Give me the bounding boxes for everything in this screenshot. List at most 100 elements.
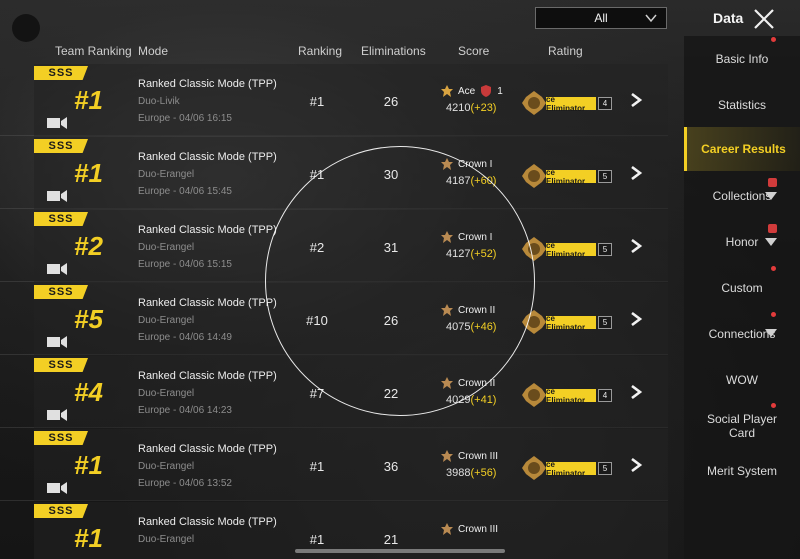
match-ranking: #1 — [309, 532, 325, 547]
eliminator-badge-icon — [522, 164, 546, 188]
mode-map: Duo-Erangel — [138, 169, 195, 180]
sidebar-item-label: Collections — [712, 189, 772, 203]
match-time: Europe - 04/06 14:23 — [138, 405, 232, 416]
rating-label: ce Eliminator — [546, 95, 596, 113]
rating-label: ce Eliminator — [546, 241, 596, 259]
sidebar-item-label: Basic Info — [715, 52, 769, 66]
team-rank: #5 — [74, 304, 103, 334]
eliminator-badge-icon — [522, 456, 546, 480]
column-header-team-ranking: Team Ranking — [55, 44, 132, 58]
sidebar-item-merit-system[interactable]: Merit System — [684, 464, 800, 478]
chevron-right-icon[interactable] — [628, 384, 644, 400]
eliminator-badge-icon — [522, 383, 546, 407]
filter-dropdown[interactable]: All — [535, 7, 667, 29]
close-icon[interactable] — [752, 7, 776, 31]
match-eliminations: 36 — [383, 459, 399, 474]
rating-label: ce Eliminator — [546, 387, 596, 405]
sidebar-item-label: Career Results — [701, 142, 786, 156]
home-indicator — [295, 549, 505, 553]
sidebar-item-statistics[interactable]: Statistics — [684, 98, 800, 112]
match-ranking: #1 — [309, 94, 325, 109]
grade-badge: SSS — [34, 285, 88, 299]
notification-dot — [771, 37, 776, 42]
chevron-right-icon[interactable] — [628, 165, 644, 181]
chevron-right-icon[interactable] — [628, 238, 644, 254]
tier-name: Crown III — [458, 450, 499, 462]
match-eliminations: 26 — [383, 94, 399, 109]
rating-level: 4 — [598, 389, 612, 402]
team-rank: #4 — [74, 377, 103, 407]
mode-map: Duo-Erangel — [138, 242, 195, 253]
rating: ce Eliminator 5 — [520, 310, 612, 334]
match-row[interactable]: SSS #1 Ranked Classic Mode (TPP) Duo-Liv… — [0, 64, 668, 136]
grade-badge: SSS — [34, 212, 88, 226]
rating: ce Eliminator 4 — [520, 91, 612, 115]
video-replay-icon[interactable] — [46, 481, 68, 495]
notification-dot — [771, 266, 776, 271]
mode-name: Ranked Classic Mode (TPP) — [138, 443, 277, 455]
video-replay-icon[interactable] — [46, 262, 68, 276]
eliminator-badge-icon — [522, 91, 546, 115]
column-header-rating: Rating — [548, 44, 583, 58]
video-replay-icon[interactable] — [46, 116, 68, 130]
team-rank: #1 — [74, 85, 103, 115]
mode-map: Duo-Erangel — [138, 388, 195, 399]
mode-name: Ranked Classic Mode (TPP) — [138, 370, 277, 382]
sidebar-item-collections[interactable]: Collections — [684, 189, 800, 203]
grade-badge: SSS — [34, 431, 88, 445]
sidebar-item-wow[interactable]: WOW — [684, 373, 800, 387]
video-replay-icon[interactable] — [46, 335, 68, 349]
grade-badge: SSS — [34, 66, 88, 80]
sidebar-item-custom[interactable]: Custom — [684, 281, 800, 295]
gift-icon — [768, 178, 777, 187]
caret-down-icon[interactable] — [765, 192, 777, 200]
crown-tier-icon — [441, 450, 453, 462]
match-row[interactable]: SSS #1 Ranked Classic Mode (TPP) Duo-Era… — [0, 429, 668, 501]
tier-extra: 1 — [497, 85, 503, 97]
video-replay-icon[interactable] — [46, 189, 68, 203]
mode-map: Duo-Livik — [138, 96, 180, 107]
chevron-right-icon[interactable] — [628, 311, 644, 327]
mode-map: Duo-Erangel — [138, 315, 195, 326]
rating-level: 4 — [598, 97, 612, 110]
score-value: 4210 — [446, 102, 471, 114]
sidebar-item-label: Social Player Card — [706, 412, 778, 440]
mode-map: Duo-Erangel — [138, 534, 195, 545]
filter-value: All — [594, 11, 608, 25]
score-delta: (+41) — [470, 394, 497, 406]
rating-label: ce Eliminator — [546, 460, 596, 478]
tier-name: Crown III — [458, 523, 499, 535]
page-title: Data — [713, 10, 744, 26]
sidebar-item-basic-info[interactable]: Basic Info — [684, 52, 800, 66]
back-button[interactable] — [12, 14, 40, 42]
rating-label: ce Eliminator — [546, 314, 596, 332]
chevron-right-icon[interactable] — [628, 457, 644, 473]
sidebar-item-social-player-card[interactable]: Social Player Card — [684, 412, 800, 440]
sidebar-item-label: Merit System — [706, 464, 777, 478]
match-time: Europe - 04/06 15:45 — [138, 186, 232, 197]
column-header-mode: Mode — [138, 44, 169, 58]
sidebar — [684, 36, 800, 559]
sidebar-item-connections[interactable]: Connections — [684, 327, 800, 341]
sidebar-item-label: Statistics — [717, 98, 766, 112]
sidebar-item-career-results[interactable]: Career Results — [684, 127, 800, 171]
mode-name: Ranked Classic Mode (TPP) — [138, 516, 277, 528]
rating-label: ce Eliminator — [546, 168, 596, 186]
video-replay-icon[interactable] — [46, 408, 68, 422]
score-value: 3988 — [446, 467, 471, 479]
match-time: Europe - 04/06 13:52 — [138, 478, 232, 489]
notification-dot — [771, 312, 776, 317]
column-header-eliminations: Eliminations — [361, 44, 426, 58]
mode-name: Ranked Classic Mode (TPP) — [138, 224, 277, 236]
match-time: Europe - 04/06 15:15 — [138, 259, 232, 270]
team-rank: #2 — [74, 231, 103, 261]
sidebar-item-honor[interactable]: Honor — [684, 235, 800, 249]
chevron-right-icon[interactable] — [628, 92, 644, 108]
match-ranking: #1 — [309, 459, 325, 474]
rating: ce Eliminator 5 — [520, 456, 612, 480]
tier: Ace 1 — [440, 84, 503, 98]
grade-badge: SSS — [34, 139, 88, 153]
caret-down-icon[interactable] — [765, 238, 777, 246]
caret-down-icon[interactable] — [765, 329, 777, 337]
column-header-score: Score — [458, 44, 490, 58]
